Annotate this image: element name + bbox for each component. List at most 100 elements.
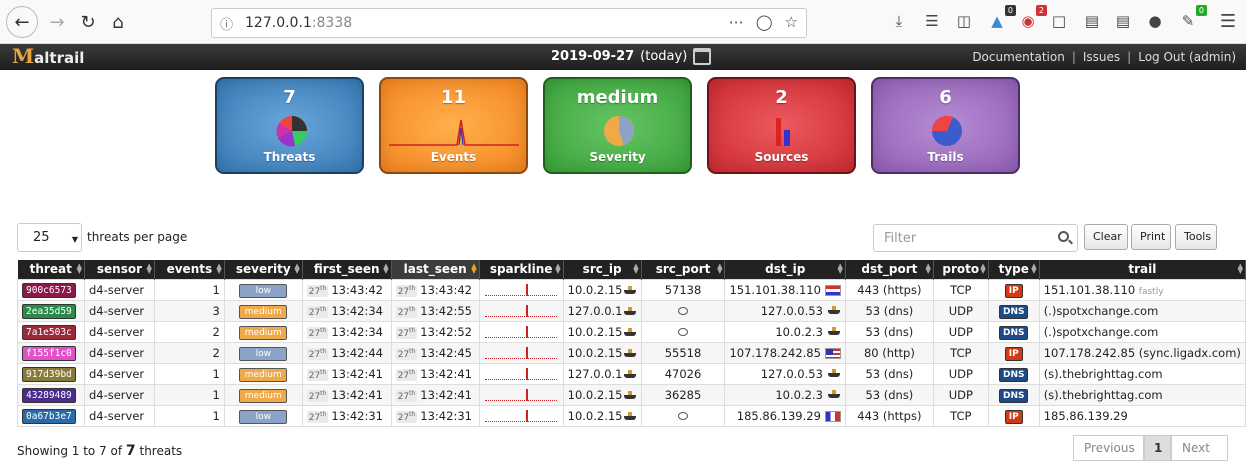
threat-id-tag[interactable]: 43289489 [22,387,76,403]
src-ip-cell[interactable]: 10.0.2.15 [562,404,642,427]
per-page-select[interactable]: 25 ▼ [17,223,82,252]
columns-icon[interactable]: ▤ [1082,11,1102,31]
trails-box[interactable]: 6 Trails [871,77,1020,174]
extension-icon[interactable]: ✎ 0 [1178,5,1207,31]
ports-tooltip-icon[interactable] [678,411,689,420]
trail-cell[interactable]: 151.101.38.110 fastly [1038,278,1246,301]
ports-tooltip-icon[interactable] [678,306,689,315]
calendar-icon[interactable] [693,48,712,65]
column-header-proto[interactable]: proto ▲ ▼ [933,260,989,279]
dst-ip-cell[interactable]: 107.178.242.85 [724,341,846,364]
src-ip-cell[interactable]: 10.0.2.15 [562,278,642,301]
table-row[interactable]: 917d39bd d4-server 1 medium 27th 13:42:41 27th… [17,362,1246,385]
src-ip-cell[interactable]: 10.0.2.15 [562,320,642,343]
country-flag-icon [824,347,841,359]
url-bar[interactable]: ⓘ 127.0.0.1:8338 ⋯ ◯ ☆ [211,8,807,38]
clear-button[interactable]: Clear [1084,224,1128,250]
src-ip-cell[interactable]: 127.0.0.1 [562,362,642,385]
threat-id-tag[interactable]: 2ea35d59 [22,303,76,319]
column-header-src-ip[interactable]: src_ip ▲ ▼ [563,260,642,279]
filter-input[interactable]: Filter [873,224,1078,252]
dst-ip-cell[interactable]: 185.86.139.29 [724,404,846,427]
column-header-sensor[interactable]: sensor ▲ ▼ [84,260,155,279]
table-row[interactable]: 2ea35d59 d4-server 3 medium 27th 13:42:34 27th… [17,299,1246,322]
trail-cell[interactable]: (.)spotxchange.com [1038,320,1246,343]
trail-cell[interactable]: 185.86.139.29 [1038,404,1246,427]
threat-id-tag[interactable]: 7a1e503c [22,324,76,340]
trail-cell[interactable]: 107.178.242.85 (sync.ligadx.com) [1038,341,1246,364]
column-header-first-seen[interactable]: first_seen ▲ ▼ [302,260,392,279]
forward-button[interactable]: → [42,7,72,37]
page-1-button[interactable]: 1 [1144,435,1171,461]
column-header-last-seen[interactable]: last_seen ▲ ▼ [391,260,480,279]
table-row[interactable]: 7a1e503c d4-server 2 medium 27th 13:42:34 27th… [17,320,1246,343]
print-button[interactable]: Print [1131,224,1171,250]
ports-tooltip-icon[interactable] [678,327,689,336]
column-header-sparkline[interactable]: sparkline ▲ ▼ [479,260,564,279]
column-header-type[interactable]: type ▲ ▼ [988,260,1040,279]
next-page-button[interactable]: Next [1171,435,1228,461]
page-icon[interactable]: □ [1049,11,1069,31]
day-label: 27th [306,410,329,423]
table-row[interactable]: 900c6573 d4-server 1 low 27th 13:43:42 27th 13:… [17,278,1246,301]
column-header-trail[interactable]: trail ▲ ▼ [1039,260,1246,279]
dst-ip-cell[interactable]: 151.101.38.110 [724,278,846,301]
account-icon[interactable]: ● [1145,11,1165,31]
dst-ip-cell[interactable]: 127.0.0.53 [724,299,846,322]
src-port-cell: 36285 [640,383,726,406]
threat-id-tag[interactable]: 0a67b3e7 [22,408,76,424]
date-display: 2019-09-27 (today) [551,48,712,65]
extension-badge: 0 [1004,5,1016,16]
threat-id-tag[interactable]: 917d39bd [22,366,76,382]
events-box[interactable]: 11 Events [379,77,528,174]
more-icon[interactable]: ⋯ [729,13,744,31]
type-cell: DNS [987,362,1040,385]
logo[interactable]: Maltrail [12,46,84,67]
day-label: 27th [395,368,418,381]
dst-ip-cell[interactable]: 127.0.0.53 [724,362,846,385]
severity-badge: low [239,346,288,361]
src-ip-cell[interactable]: 127.0.0.1 [562,299,642,322]
tools-button[interactable]: Tools [1175,224,1217,250]
back-button[interactable]: ← [6,6,38,38]
column-header-dst-port[interactable]: dst_port ▲ ▼ [845,260,934,279]
trail-cell[interactable]: (s).thebrighttag.com [1038,362,1246,385]
sidebar-icon[interactable]: ◫ [954,11,974,31]
table-row[interactable]: 43289489 d4-server 1 medium 27th 13:42:41 27th… [17,383,1246,406]
column-header-events[interactable]: events ▲ ▼ [154,260,225,279]
sources-box[interactable]: 2 Sources [707,77,856,174]
notes-icon[interactable]: ▤ [1113,11,1133,31]
column-header-dst-ip[interactable]: dst_ip ▲ ▼ [724,260,846,279]
src-ip-cell[interactable]: 10.0.2.15 [562,383,642,406]
dst-port-cell: 53 (dns) [844,299,934,322]
table-row[interactable]: f155f1c0 d4-server 2 low 27th 13:42:44 27th 13:… [17,341,1246,364]
download-icon[interactable]: ⤓ [889,11,909,31]
column-header-threat[interactable]: threat ▲ ▼ [17,260,85,279]
logout-link[interactable]: Log Out (admin) [1138,50,1236,64]
src-ip-cell[interactable]: 10.0.2.15 [562,341,642,364]
previous-page-button[interactable]: Previous [1073,435,1144,461]
table-row[interactable]: 0a67b3e7 d4-server 1 low 27th 13:42:31 27th 13:… [17,404,1246,427]
extension-shield-icon[interactable]: ▲ 0 [987,5,1016,31]
documentation-link[interactable]: Documentation [972,50,1065,64]
reload-button[interactable]: ↻ [73,7,103,37]
threat-id-tag[interactable]: f155f1c0 [22,345,76,361]
first-seen-cell: 27th 13:42:34 [301,320,392,343]
column-header-src-port[interactable]: src_port ▲ ▼ [641,260,726,279]
column-header-severity[interactable]: severity ▲ ▼ [224,260,303,279]
issues-link[interactable]: Issues [1083,50,1120,64]
pocket-icon[interactable]: ◯ [756,13,773,31]
threat-id-tag[interactable]: 900c6573 [22,282,76,298]
star-icon[interactable]: ☆ [785,13,798,31]
ublock-icon[interactable]: ◉ 2 [1018,5,1047,31]
severity-box[interactable]: medium Severity [543,77,692,174]
threats-box[interactable]: 7 Threats [215,77,364,174]
trail-cell[interactable]: (.)spotxchange.com [1038,299,1246,322]
dst-ip-cell[interactable]: 10.0.2.3 [724,320,846,343]
library-icon[interactable]: ☰ [922,11,942,31]
trail-cell[interactable]: (s).thebrighttag.com [1038,383,1246,406]
menu-icon[interactable]: ☰ [1218,11,1238,32]
first-seen-cell: 27th 13:42:44 [301,341,392,364]
dst-ip-cell[interactable]: 10.0.2.3 [724,383,846,406]
home-button[interactable]: ⌂ [103,7,133,37]
